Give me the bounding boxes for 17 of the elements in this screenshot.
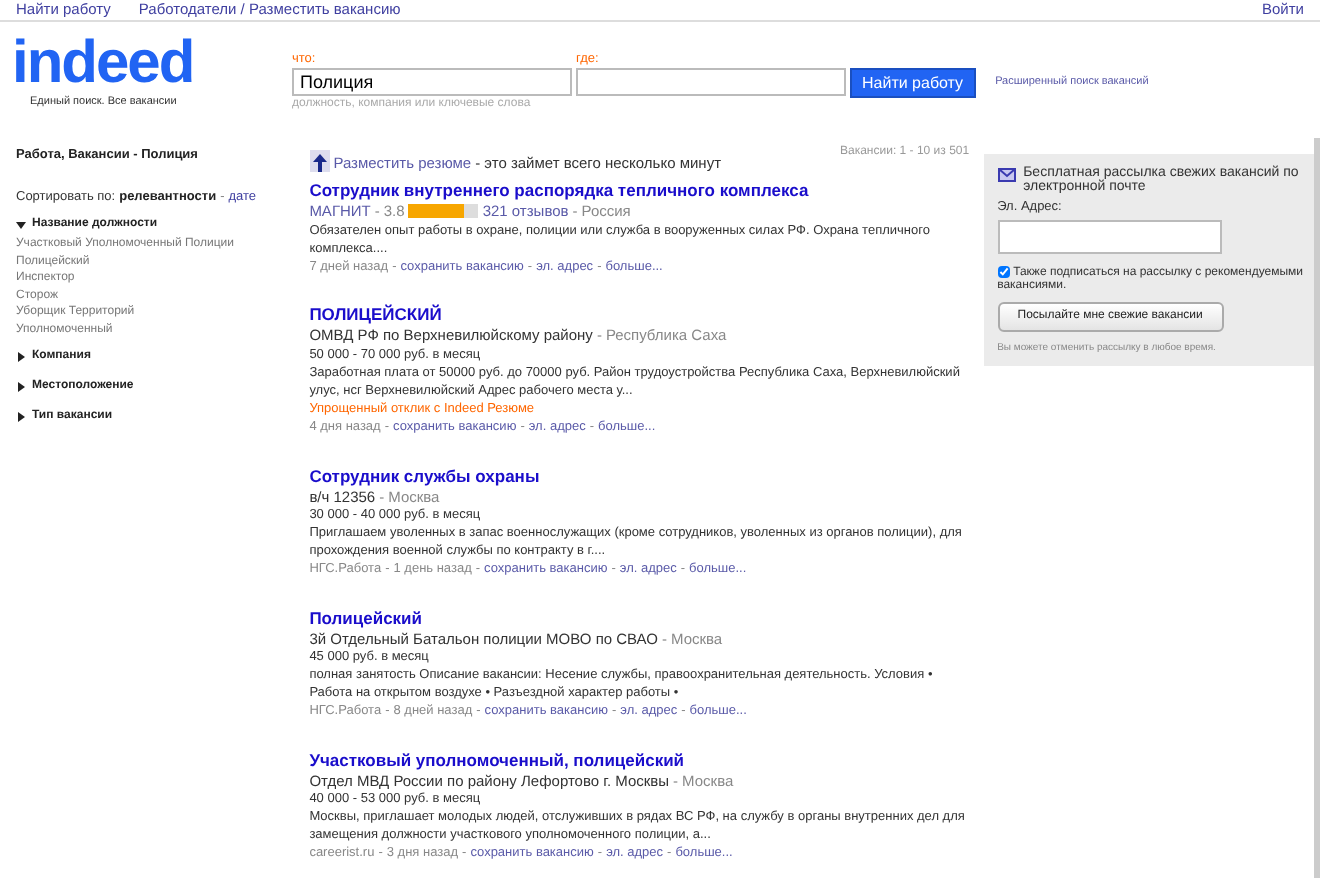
triangle-icon <box>16 219 26 229</box>
email-field[interactable] <box>997 220 1222 254</box>
job-title[interactable]: Сотрудник службы охраны <box>309 465 540 485</box>
subscribe-checkbox[interactable] <box>997 266 1010 278</box>
triangle-icon <box>16 381 26 391</box>
envelope-icon <box>997 168 1016 182</box>
job-title[interactable]: Участковый уполномоченный, полицейский <box>309 749 685 769</box>
what-field[interactable]: Полиция <box>292 68 572 96</box>
upload-arrow-icon <box>309 150 330 172</box>
triangle-icon <box>16 351 26 361</box>
job-title[interactable]: Сотрудник внутреннего распорядка тепличного комплекса <box>309 180 809 200</box>
triangle-icon <box>16 411 26 421</box>
find-jobs-button[interactable]: Найти работу <box>850 68 976 98</box>
logo[interactable]: indeed <box>12 34 292 94</box>
job-title[interactable]: Полицейский <box>309 607 423 627</box>
job-title[interactable]: ПОЛИЦЕЙСКИЙ <box>309 304 442 324</box>
where-field[interactable] <box>576 68 846 96</box>
